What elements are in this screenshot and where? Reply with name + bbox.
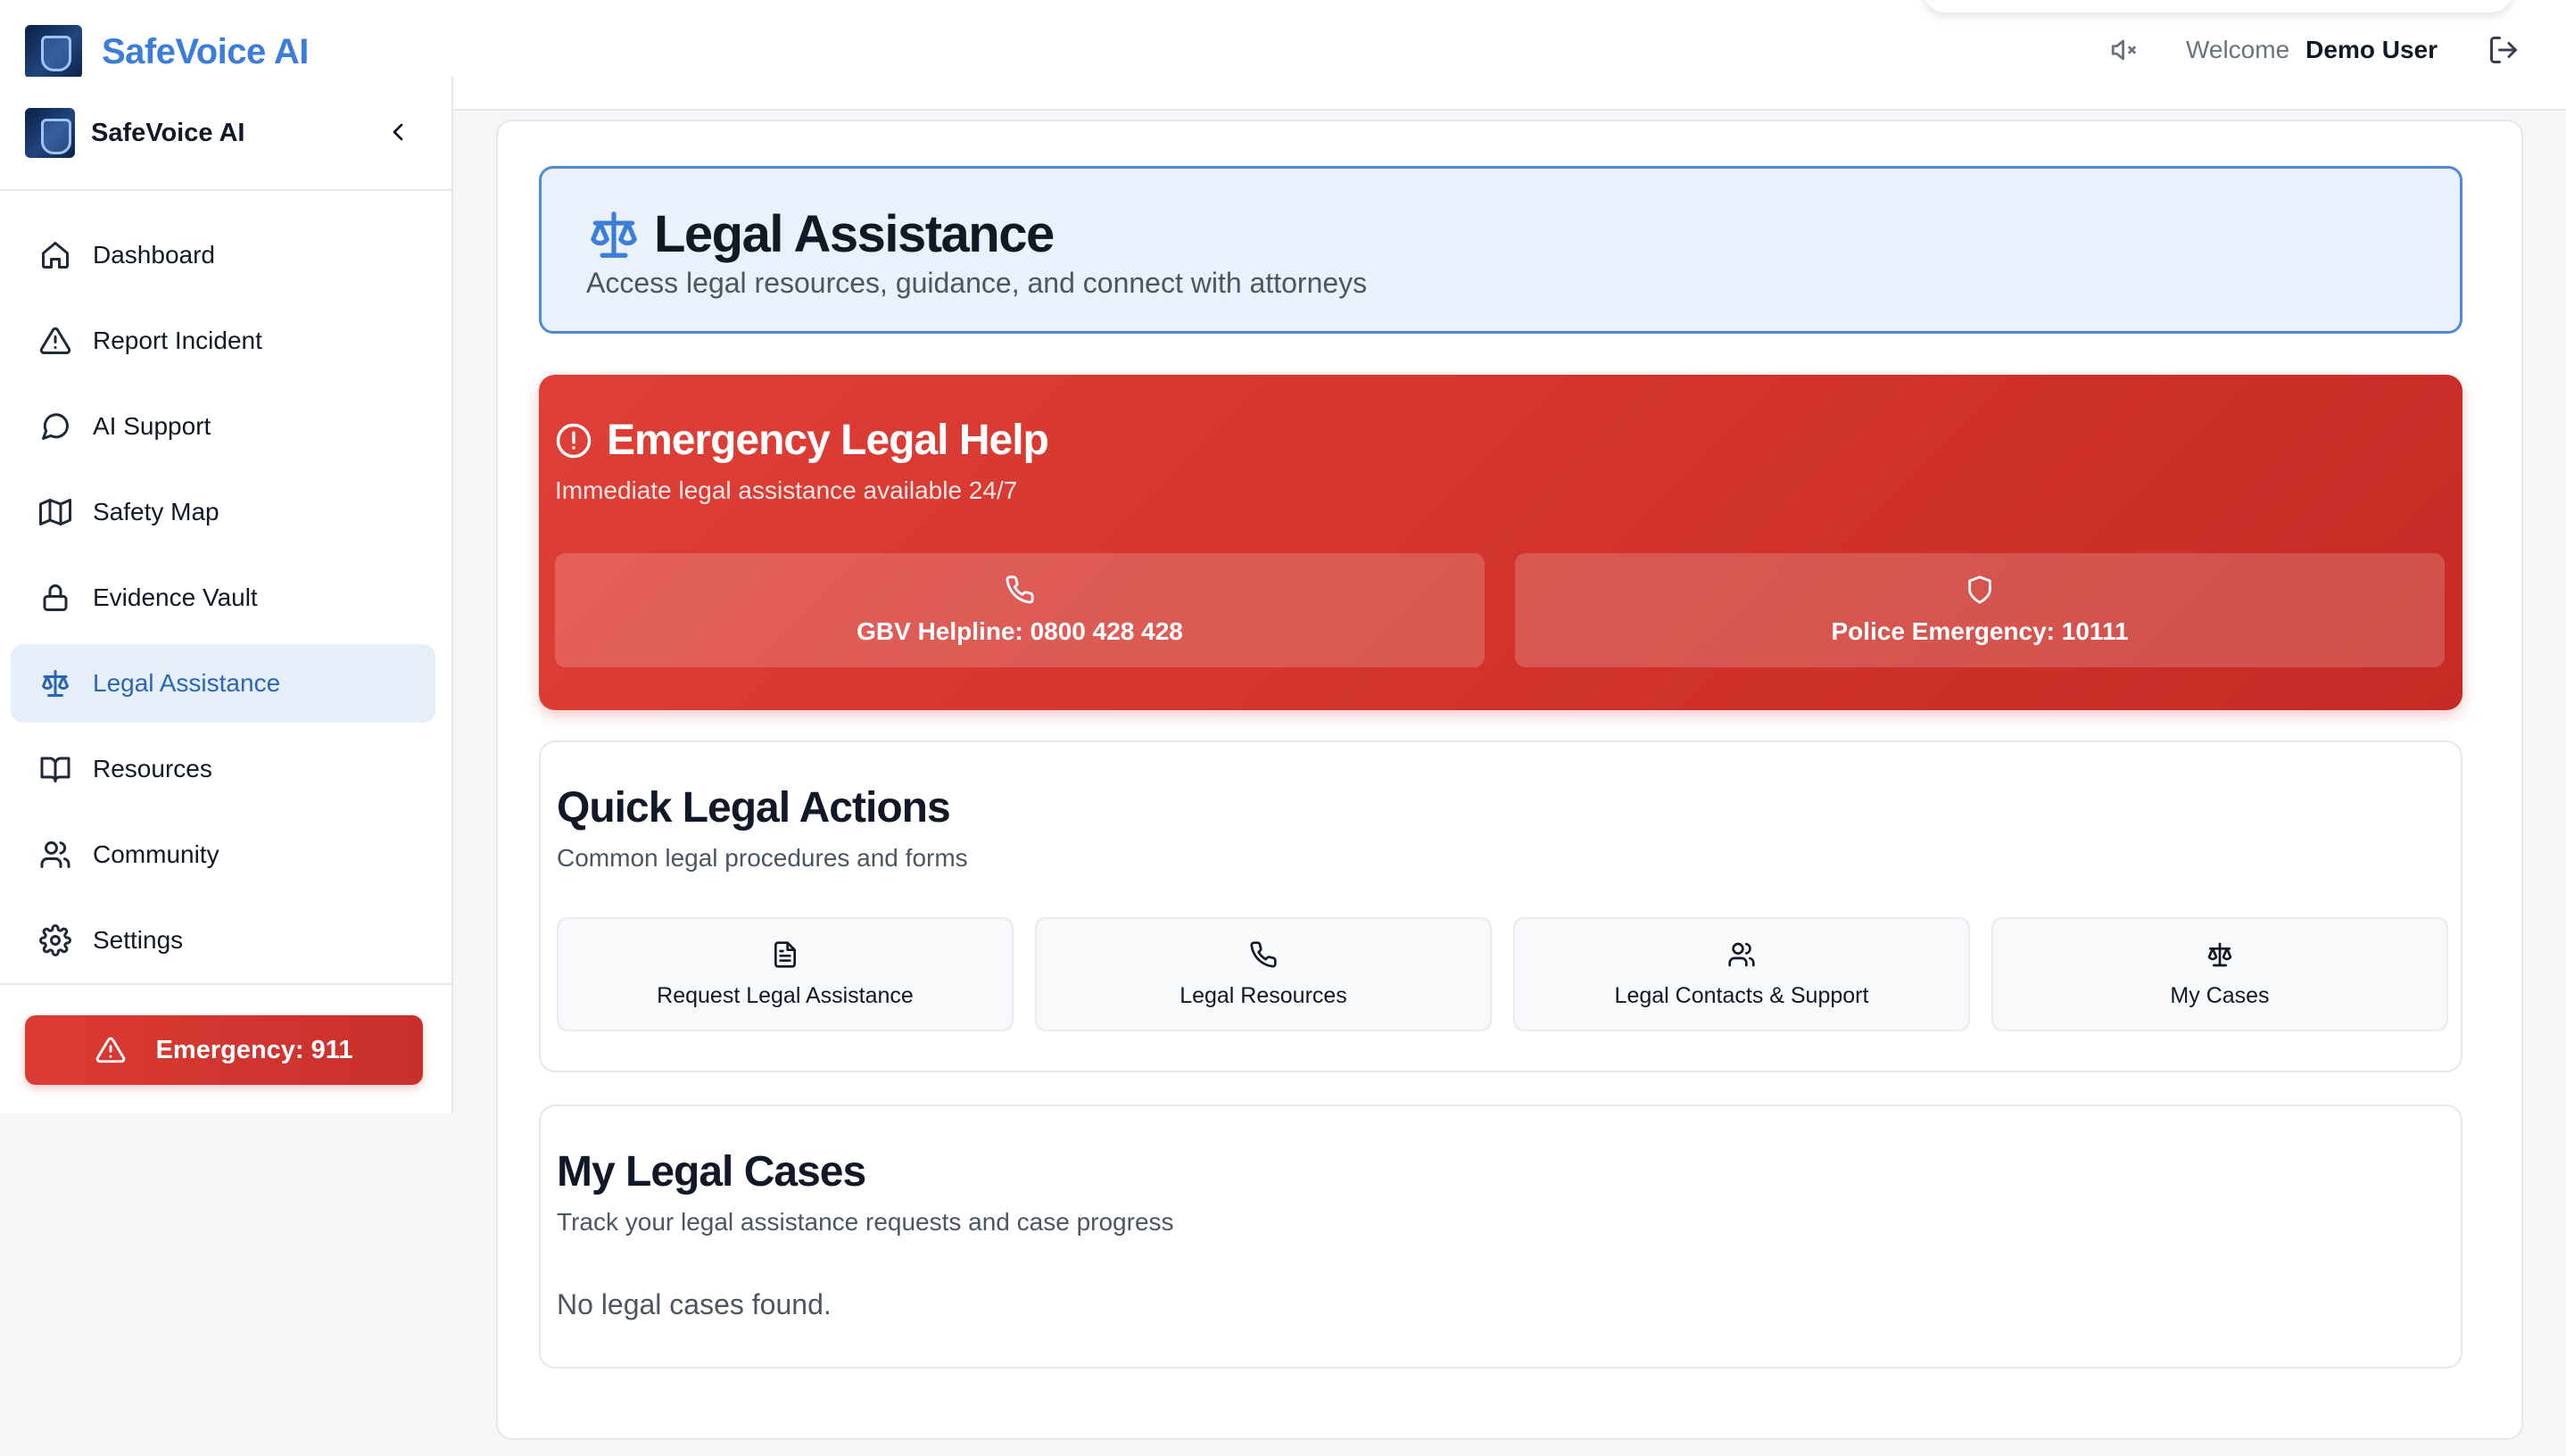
request-legal-assistance-button[interactable]: Request Legal Assistance [557, 917, 1014, 1031]
sidebar-item-dashboard[interactable]: Dashboard [11, 216, 435, 294]
police-emergency-button[interactable]: Police Emergency: 10111 [1515, 553, 2445, 667]
emergency-title-row: Emergency Legal Help [555, 416, 1049, 465]
sidebar-item-label: Resources [93, 755, 212, 782]
sidebar-item-label: Dashboard [93, 241, 215, 269]
user-area: Welcome Demo User [2109, 34, 2520, 66]
main-content: Legal Assistance Access legal resources,… [496, 120, 2523, 1440]
chat-bubble-icon [39, 410, 71, 443]
map-icon [39, 496, 71, 528]
legal-cases-subtitle: Track your legal assistance requests and… [557, 1208, 1174, 1236]
alert-circle-icon [555, 422, 592, 459]
brand-name: SafeVoice AI [102, 31, 309, 71]
speaker-muted-icon[interactable] [2109, 35, 2140, 65]
logout-icon[interactable] [2487, 34, 2520, 66]
phone-icon [1005, 575, 1035, 605]
emergency-call-label: Emergency: 911 [155, 1035, 353, 1064]
shield-icon [1965, 575, 1995, 605]
chevron-left-icon[interactable] [384, 118, 412, 146]
sidebar-nav: Dashboard Report Incident AI Support Saf… [0, 191, 451, 980]
welcome-label: Welcome [2185, 36, 2290, 63]
scales-icon [39, 667, 71, 699]
page-header: Legal Assistance Access legal resources,… [539, 166, 2463, 334]
warning-triangle-icon [95, 1035, 126, 1065]
sidebar-item-report-incident[interactable]: Report Incident [11, 302, 435, 380]
sidebar-header: SafeVoice AI [0, 77, 451, 191]
book-icon [39, 753, 71, 785]
quick-action-label: Legal Resources [1180, 982, 1347, 1008]
user-name: Demo User [2305, 36, 2438, 63]
page-title: Legal Assistance [654, 205, 1055, 263]
emergency-title: Emergency Legal Help [607, 417, 1049, 464]
gear-icon [39, 924, 71, 956]
quick-action-label: Request Legal Assistance [657, 982, 914, 1008]
page-title-row: Legal Assistance [586, 204, 1055, 264]
sidebar-item-label: Report Incident [93, 327, 262, 354]
sidebar-item-legal-assistance[interactable]: Legal Assistance [11, 644, 435, 723]
empty-cases-message: No legal cases found. [557, 1288, 832, 1320]
quick-actions-title: Quick Legal Actions [557, 784, 951, 831]
scales-icon [2206, 940, 2234, 969]
page-subtitle: Access legal resources, guidance, and co… [586, 267, 1368, 299]
sidebar-item-resources[interactable]: Resources [11, 730, 435, 808]
sidebar-item-label: Evidence Vault [93, 583, 258, 611]
legal-resources-button[interactable]: Legal Resources [1035, 917, 1492, 1031]
app-logo [25, 25, 82, 79]
users-icon [39, 839, 71, 871]
sidebar-title: SafeVoice AI [91, 118, 245, 147]
lock-icon [39, 582, 71, 614]
sidebar-logo [25, 108, 75, 158]
emergency-legal-help-card: Emergency Legal Help Immediate legal ass… [539, 375, 2463, 710]
sidebar-item-settings[interactable]: Settings [11, 901, 435, 980]
sidebar-item-ai-support[interactable]: AI Support [11, 387, 435, 466]
sidebar-item-label: Legal Assistance [93, 669, 281, 697]
emergency-call-button[interactable]: Emergency: 911 [25, 1015, 423, 1085]
sidebar-item-label: Safety Map [93, 498, 219, 525]
quick-action-label: My Cases [2170, 982, 2270, 1008]
users-icon [1727, 940, 1756, 969]
sidebar: SafeVoice AI Dashboard Report Incident A… [0, 77, 453, 1113]
quick-action-label: Legal Contacts & Support [1614, 982, 1869, 1008]
legal-contacts-support-button[interactable]: Legal Contacts & Support [1513, 917, 1970, 1031]
sidebar-item-community[interactable]: Community [11, 815, 435, 894]
emergency-subtitle: Immediate legal assistance available 24/… [555, 476, 1018, 504]
sidebar-item-evidence-vault[interactable]: Evidence Vault [11, 558, 435, 637]
legal-cases-title: My Legal Cases [557, 1148, 866, 1195]
phone-icon [1249, 940, 1278, 969]
my-cases-button[interactable]: My Cases [1991, 917, 2448, 1031]
gbv-helpline-button[interactable]: GBV Helpline: 0800 428 428 [555, 553, 1485, 667]
gbv-helpline-label: GBV Helpline: 0800 428 428 [857, 617, 1183, 645]
police-emergency-label: Police Emergency: 10111 [1831, 617, 2129, 645]
sidebar-item-safety-map[interactable]: Safety Map [11, 473, 435, 551]
top-floating-panel [1924, 0, 2512, 12]
sidebar-footer: Emergency: 911 [0, 983, 451, 1113]
quick-actions-subtitle: Common legal procedures and forms [557, 844, 968, 872]
document-icon [771, 940, 799, 969]
warning-triangle-icon [39, 325, 71, 357]
my-legal-cases-card: My Legal Cases Track your legal assistan… [539, 1104, 2463, 1369]
home-icon [39, 239, 71, 271]
quick-legal-actions-card: Quick Legal Actions Common legal procedu… [539, 740, 2463, 1072]
sidebar-item-label: Community [93, 840, 219, 868]
sidebar-item-label: AI Support [93, 412, 211, 440]
top-brand[interactable]: SafeVoice AI [25, 25, 309, 79]
sidebar-item-label: Settings [93, 926, 184, 954]
scales-icon [586, 207, 642, 262]
